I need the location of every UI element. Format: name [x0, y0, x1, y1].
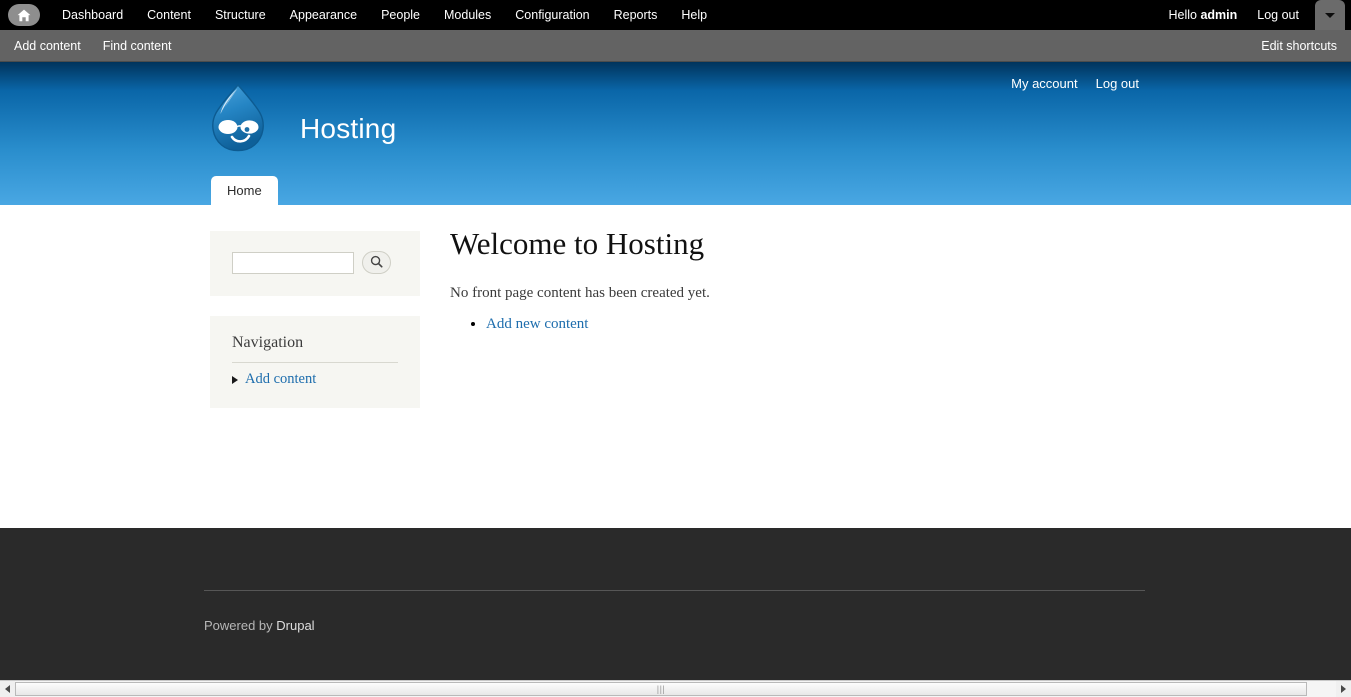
- greeting-prefix: Hello: [1168, 8, 1201, 22]
- toolbar-item-dashboard[interactable]: Dashboard: [50, 0, 135, 30]
- drupal-link[interactable]: Drupal: [276, 618, 314, 633]
- chevron-down-icon: [1325, 12, 1335, 18]
- powered-by-text: Powered by Drupal: [204, 618, 315, 633]
- navigation-block: Navigation Add content: [210, 316, 420, 408]
- sidebar-first: Navigation Add content: [210, 231, 420, 428]
- search-icon: [370, 255, 383, 271]
- toolbar-item-modules[interactable]: Modules: [432, 0, 503, 30]
- footer-inner: Powered by Drupal: [0, 528, 1351, 685]
- powered-by-prefix: Powered by: [204, 618, 277, 633]
- toolbar-username: admin: [1200, 8, 1238, 22]
- toolbar-item-structure[interactable]: Structure: [203, 0, 278, 30]
- site-header: Hosting My account Log out Home: [0, 62, 1351, 205]
- toolbar-home-button[interactable]: [8, 4, 40, 26]
- home-icon: [17, 9, 31, 22]
- scrollbar-grip: |||: [656, 683, 666, 694]
- toolbar-item-help[interactable]: Help: [669, 0, 719, 30]
- shortcut-find-content[interactable]: Find content: [103, 39, 172, 53]
- site-name: Hosting: [300, 112, 397, 144]
- navigation-block-title: Navigation: [232, 334, 398, 363]
- nav-item-add-content[interactable]: Add content: [245, 371, 316, 388]
- arrow-left-icon: [5, 685, 10, 693]
- primary-menu: Home: [211, 176, 278, 205]
- toolbar-item-configuration[interactable]: Configuration: [503, 0, 601, 30]
- toolbar-item-people[interactable]: People: [369, 0, 432, 30]
- site-footer: Powered by Drupal: [0, 528, 1351, 685]
- arrow-right-icon: [1341, 685, 1346, 693]
- toolbar-menu: Dashboard Content Structure Appearance P…: [50, 0, 719, 30]
- content-region: Navigation Add content Welcome to Hostin…: [0, 205, 1351, 528]
- scrollbar-track[interactable]: |||: [15, 681, 1336, 697]
- toolbar-greeting: Hello admin: [1159, 8, 1248, 22]
- footer-divider: [204, 590, 1145, 591]
- header-logout-link[interactable]: Log out: [1096, 76, 1139, 91]
- main-content: Welcome to Hosting No front page content…: [450, 226, 1150, 333]
- content-inner: Navigation Add content Welcome to Hostin…: [0, 205, 1351, 528]
- content-action-list: Add new content: [450, 316, 1150, 333]
- caret-right-icon: [232, 375, 238, 384]
- drupal-drop-logo[interactable]: [207, 83, 269, 155]
- my-account-link[interactable]: My account: [1011, 76, 1077, 91]
- tab-home[interactable]: Home: [211, 176, 278, 205]
- page-root: Dashboard Content Structure Appearance P…: [0, 0, 1351, 697]
- scroll-left-button[interactable]: [0, 681, 15, 697]
- shortcut-bar: Add content Find content Edit shortcuts: [0, 30, 1351, 62]
- admin-toolbar: Dashboard Content Structure Appearance P…: [0, 0, 1351, 30]
- search-input[interactable]: [232, 251, 354, 274]
- site-header-inner: Hosting My account Log out Home: [0, 62, 1351, 205]
- list-item: Add content: [232, 371, 398, 388]
- toolbar-item-reports[interactable]: Reports: [602, 0, 670, 30]
- toolbar-shortcuts-toggle[interactable]: [1315, 0, 1345, 30]
- navigation-menu: Add content: [232, 371, 398, 388]
- scroll-right-button[interactable]: [1336, 681, 1351, 697]
- add-new-content-link[interactable]: Add new content: [486, 316, 588, 332]
- no-content-message: No front page content has been created y…: [450, 285, 710, 302]
- toolbar-user-area: Hello admin Log out: [1159, 0, 1351, 30]
- shortcut-add-content[interactable]: Add content: [14, 39, 81, 53]
- page-title: Welcome to Hosting: [450, 226, 705, 261]
- search-submit-button[interactable]: [362, 251, 391, 274]
- toolbar-logout-link[interactable]: Log out: [1247, 8, 1309, 22]
- search-block: [210, 231, 420, 296]
- scrollbar-thumb[interactable]: |||: [15, 682, 1307, 696]
- horizontal-scrollbar[interactable]: |||: [0, 680, 1351, 697]
- toolbar-item-content[interactable]: Content: [135, 0, 203, 30]
- list-item: Add new content: [486, 316, 1150, 333]
- secondary-account-menu: My account Log out: [1011, 76, 1139, 91]
- search-form: [232, 251, 398, 274]
- toolbar-item-appearance[interactable]: Appearance: [278, 0, 369, 30]
- edit-shortcuts-link[interactable]: Edit shortcuts: [1261, 39, 1337, 53]
